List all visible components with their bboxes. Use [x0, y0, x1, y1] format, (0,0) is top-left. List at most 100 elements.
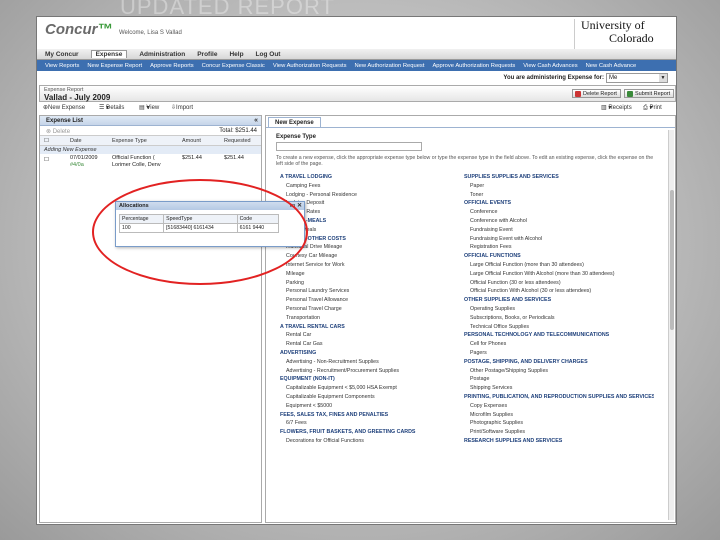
alloc-percentage: 100 [118, 223, 165, 233]
subnav-approve-auth-requests[interactable]: Approve Authorization Requests [432, 63, 515, 69]
expense-type-link[interactable]: Individual Drive Mileage [280, 243, 470, 252]
expense-type-link[interactable]: Operating Supplies [464, 305, 654, 314]
expense-type-link[interactable]: Transportation [280, 314, 470, 323]
collapse-icon[interactable]: « [254, 116, 258, 126]
col-date[interactable]: Date [70, 138, 82, 144]
logo-text: Concur [45, 21, 98, 38]
col-expense-type[interactable]: Expense Type [112, 138, 147, 144]
report-name: Vallad - July 2009 [44, 93, 111, 102]
expense-type-link[interactable]: Shipping Services [464, 384, 654, 393]
expense-type-link[interactable]: Lodging Rates [280, 208, 470, 217]
view-button[interactable]: ▤ View ▾ [139, 104, 159, 111]
expense-type-link[interactable]: Copy Expenses [464, 402, 654, 411]
expense-category-heading: RESEARCH SUPPLIES AND SERVICES [464, 437, 563, 444]
expense-type-link[interactable]: Equipment < $5000 [280, 402, 470, 411]
expense-type-link[interactable]: Postage [464, 375, 654, 384]
expense-type-link[interactable]: Large Official Function With Alcohol (mo… [464, 270, 654, 279]
expense-type-link[interactable]: Advertising - Non-Recruitment Supplies [280, 358, 470, 367]
expense-type-link[interactable]: Cell for Phones [464, 340, 654, 349]
expense-type-link[interactable]: Capitalizable Equipment < $5,000 HSA Exe… [280, 384, 470, 393]
expense-type-link[interactable]: Toner [464, 191, 654, 200]
expense-type-line1: Official Function ( [112, 155, 155, 161]
expense-type-link[interactable]: Large Official Function (more than 30 at… [464, 261, 654, 270]
subnav-new-expense-report[interactable]: New Expense Report [87, 63, 142, 69]
print-button[interactable]: ⎙ Print ▾ [643, 104, 662, 112]
nav-log-out[interactable]: Log Out [256, 51, 281, 58]
expense-type-link[interactable]: Internet Service for Work [280, 261, 470, 270]
expense-type-link[interactable]: Subscriptions, Books, or Periodicals [464, 314, 654, 323]
nav-expense[interactable]: Expense [90, 50, 128, 58]
expense-type-link[interactable]: Personal Travel Charge [280, 305, 470, 314]
scrollbar-thumb[interactable] [670, 190, 674, 330]
expense-type-link[interactable]: Paper [464, 182, 654, 191]
select-all-checkbox[interactable]: ☐ [44, 138, 49, 144]
admin-select-value: Me [609, 75, 618, 81]
expense-type-link[interactable]: Microfilm Supplies [464, 411, 654, 420]
expense-category-heading: A TRAVEL RENTAL CARS [280, 323, 345, 330]
expense-list-title: Expense List [46, 118, 84, 124]
expense-type-link[interactable]: Technical Office Supplies [464, 323, 654, 332]
expense-type-link[interactable]: Group Meals [280, 226, 470, 235]
delete-report-button[interactable]: Delete Report [572, 89, 621, 98]
report-header: Expense Report Vallad - July 2009 Delete… [39, 85, 676, 102]
adding-new-expense-row: Adding New Expense [40, 146, 261, 154]
nav-profile[interactable]: Profile [197, 51, 217, 58]
submit-report-button[interactable]: Submit Report [624, 89, 675, 98]
receipts-button[interactable]: ▥ Receipts ▾ [601, 104, 632, 111]
expense-type-link[interactable]: Rental Car Gas [280, 340, 470, 349]
expense-type-link[interactable]: Decorations for Official Functions [280, 437, 470, 446]
subnav-view-cash-advances[interactable]: View Cash Advances [523, 63, 577, 69]
col-amount[interactable]: Amount [182, 138, 201, 144]
delete-expense-button[interactable]: ⊗ Delete [46, 128, 70, 135]
subnav-expense-classic[interactable]: Concur Expense Classic [202, 63, 265, 69]
expense-type-link[interactable]: Personal Laundry Services [280, 287, 470, 296]
expense-type-link[interactable]: Camping Fees [280, 182, 470, 191]
expense-type-link[interactable]: Mileage [280, 270, 470, 279]
expense-type-link[interactable]: Rental Car [280, 331, 470, 340]
nav-help[interactable]: Help [229, 51, 243, 58]
tab-new-expense[interactable]: New Expense [268, 117, 321, 127]
table-row[interactable]: 100 [51683440] 6161434 6161 9440 [118, 223, 280, 233]
close-icon[interactable]: ▭ ✕ [290, 202, 302, 210]
expense-type-link[interactable]: Official Function (30 or less attendees) [464, 279, 654, 288]
alloc-col-speedtype: SpeedType [163, 214, 238, 224]
expense-extra: #4/0a [70, 162, 84, 168]
expense-type-link[interactable]: Conference [464, 208, 654, 217]
subnav-view-reports[interactable]: View Reports [45, 63, 79, 69]
expense-row[interactable]: ☐ 07/01/2009 #4/0a Official Function ( L… [40, 154, 261, 170]
expense-type-link[interactable]: Print/Software Supplies [464, 428, 654, 437]
expense-type-link[interactable]: 6/7 Fees [280, 419, 470, 428]
report-toolbar: ⊕ New Expense ☰ Details ▾ ▤ View ▾ ⇩ Imp… [39, 103, 676, 113]
print-label: Print [649, 105, 662, 111]
expense-type-link[interactable]: Official Function With Alcohol (30 or le… [464, 287, 654, 296]
expense-type-link[interactable]: Parking [280, 279, 470, 288]
expense-type-link[interactable]: Courtesy Car Mileage [280, 252, 470, 261]
expense-type-link[interactable]: Fundraising Event with Alcohol [464, 235, 654, 244]
expense-type-link[interactable]: Capitalizable Equipment Components [280, 393, 470, 402]
expense-type-link[interactable]: Fundraising Event [464, 226, 654, 235]
nav-administration[interactable]: Administration [139, 51, 185, 58]
details-button[interactable]: ☰ Details ▾ [99, 104, 124, 111]
expense-type-link[interactable]: Conference with Alcohol [464, 217, 654, 226]
subnav-approve-reports[interactable]: Approve Reports [150, 63, 194, 69]
subnav-new-cash-advance[interactable]: New Cash Advance [586, 63, 637, 69]
subnav-new-auth-request[interactable]: New Authorization Request [355, 63, 425, 69]
nav-my-concur[interactable]: My Concur [45, 51, 79, 58]
new-expense-button[interactable]: ⊕ New Expense [43, 104, 85, 111]
import-button[interactable]: ⇩ Import [171, 104, 193, 111]
expense-type-link[interactable]: Pagers [464, 349, 654, 358]
expense-type-link[interactable]: Lodging - Personal Residence [280, 191, 470, 200]
expense-category-heading: A TRAVEL LODGING [280, 174, 332, 180]
expense-type-link[interactable]: Personal Travel Allowance [280, 296, 470, 305]
scrollbar[interactable] [668, 130, 674, 520]
expense-row-checkbox[interactable]: ☐ [44, 157, 49, 163]
expense-type-link[interactable]: Advertising - Recruitment/Procurement Su… [280, 367, 470, 376]
expense-type-link[interactable]: Lodging Deposit [280, 199, 470, 208]
expense-type-link[interactable]: Photographic Supplies [464, 419, 654, 428]
expense-type-input[interactable] [276, 142, 422, 151]
expense-type-link[interactable]: Registration Fees [464, 243, 654, 252]
subnav-view-auth-requests[interactable]: View Authorization Requests [273, 63, 347, 69]
admin-select[interactable]: Me ▼ [606, 73, 668, 83]
expense-type-link[interactable]: Other Postage/Shipping Supplies [464, 367, 654, 376]
col-requested[interactable]: Requested [224, 138, 251, 144]
